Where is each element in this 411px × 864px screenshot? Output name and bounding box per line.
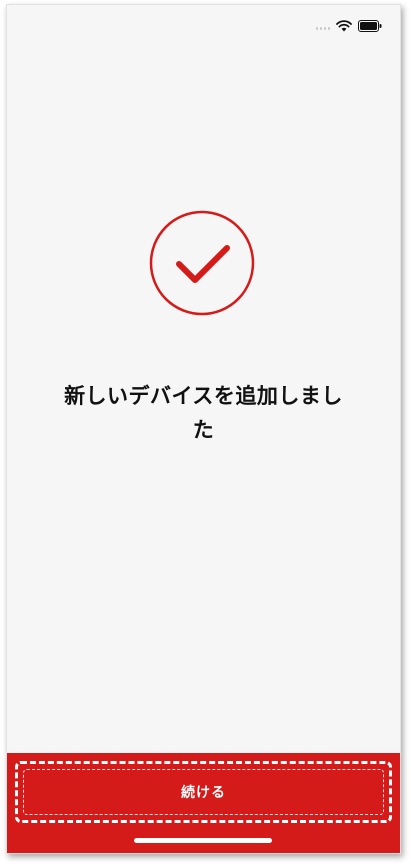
home-indicator[interactable] xyxy=(134,838,272,843)
continue-button-label: 続ける xyxy=(181,785,226,801)
check-circle-icon xyxy=(149,210,255,316)
wifi-icon xyxy=(336,20,352,32)
phone-screen: 新しいデバイスを追加しまし た 続ける xyxy=(6,4,401,854)
continue-button[interactable]: 続ける xyxy=(15,761,392,823)
status-bar xyxy=(316,19,382,33)
bottom-panel: 続ける xyxy=(7,753,400,853)
title-line-1: 新しいデバイスを追加しまし xyxy=(64,384,343,408)
title-line-2: た xyxy=(192,418,215,442)
signal-icon xyxy=(316,22,330,30)
continue-button-focus-ring: 続ける xyxy=(23,769,384,815)
page-title: 新しいデバイスを追加しまし た xyxy=(31,379,376,447)
battery-icon xyxy=(358,20,382,32)
